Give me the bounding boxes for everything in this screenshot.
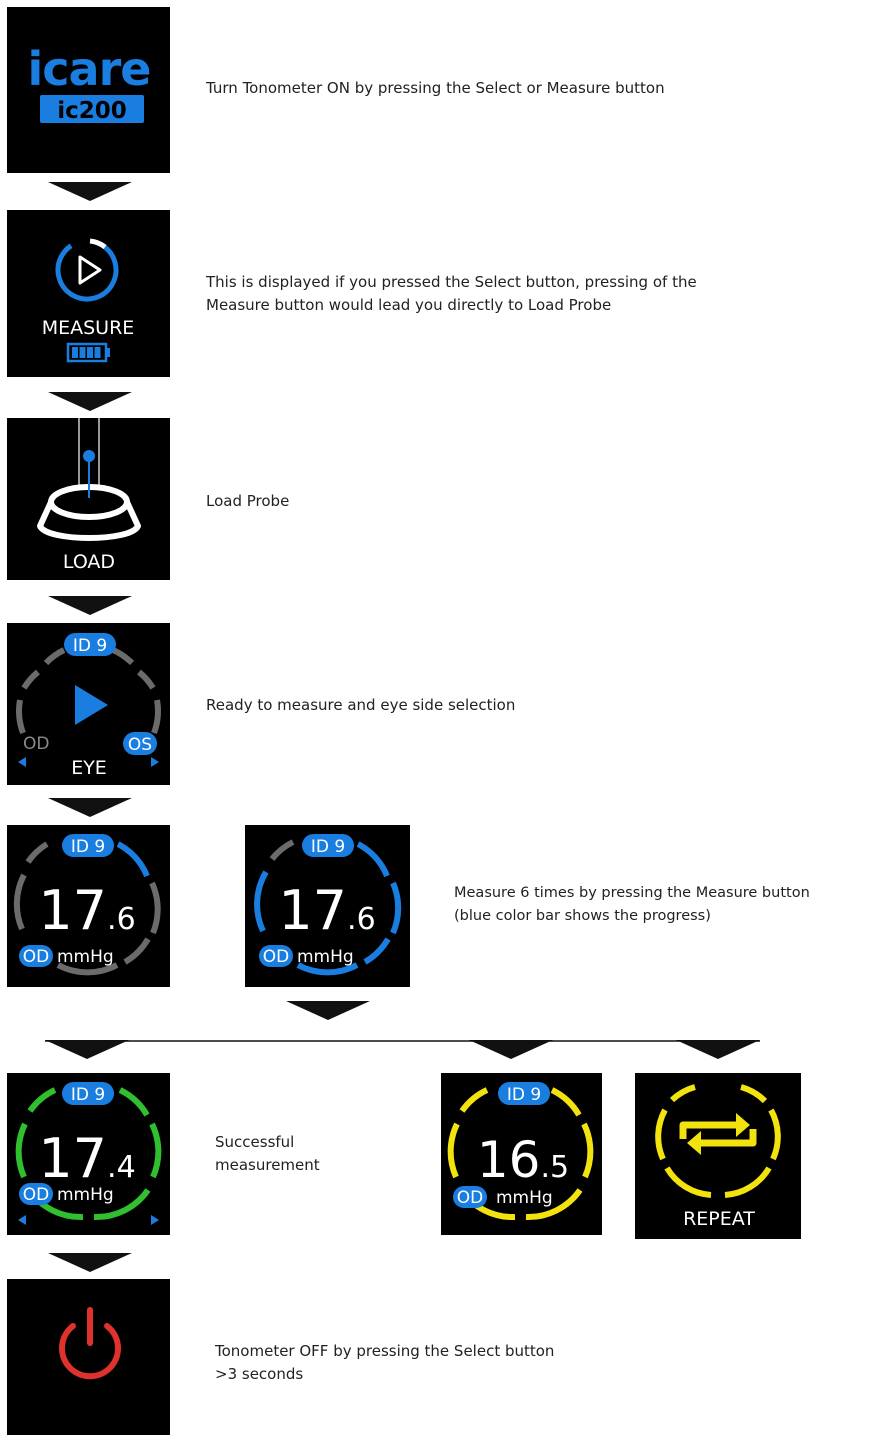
load-probe-description: Load Probe	[206, 492, 290, 510]
screen-repeat: REPEAT	[635, 1073, 801, 1239]
progress-ring	[55, 238, 119, 302]
eye-selection-description: Ready to measure and eye side selection	[206, 696, 516, 714]
arrow-down-icon	[45, 1040, 129, 1059]
arrow-right-icon	[151, 757, 159, 767]
screen-success: ID 9 17.4 OD mmHg	[7, 1073, 170, 1235]
screen-load-probe: LOAD	[7, 418, 170, 580]
eye-label: EYE	[71, 757, 107, 779]
repeat-arrow-bottom	[687, 1131, 701, 1155]
brand-logo: icare	[28, 42, 151, 96]
eye-label: OD	[23, 947, 49, 967]
repeat-label: REPEAT	[683, 1208, 755, 1230]
power-icon	[59, 1307, 121, 1380]
iop-value: 17.6	[278, 879, 375, 942]
progress-ring	[16, 647, 161, 735]
arrow-down-icon	[48, 596, 132, 615]
measuring-description-2: (blue color bar shows the progress)	[454, 908, 711, 924]
id-badge-label: ID 9	[73, 636, 107, 656]
id-badge-label: ID 9	[311, 837, 345, 857]
arrow-down-icon	[48, 392, 132, 411]
success-description-2: measurement	[215, 1156, 320, 1174]
unit-label: mmHg	[57, 947, 114, 967]
arrow-down-icon	[469, 1040, 553, 1059]
arrow-down-icon	[48, 798, 132, 817]
measuring-description-1: Measure 6 times by pressing the Measure …	[454, 885, 810, 901]
arrow-left-icon	[18, 757, 26, 767]
play-icon	[78, 255, 102, 285]
probe-icon	[37, 418, 141, 541]
arrow-down-icon	[48, 182, 132, 201]
screen-eye-selection: ID 9 OD OS EYE	[7, 623, 170, 785]
battery-icon	[66, 342, 110, 363]
screen-measure-menu: MEASURE	[7, 210, 170, 377]
play-icon	[75, 685, 108, 725]
unit-label: mmHg	[57, 1185, 114, 1205]
measure-menu-description-1: This is displayed if you pressed the Sel…	[206, 273, 697, 291]
model-label: ic200	[57, 98, 127, 124]
arrow-left-icon	[18, 1215, 26, 1225]
screen-power-off	[7, 1279, 170, 1435]
screen-measuring-start: ID 9 17.6 OD mmHg	[7, 825, 170, 987]
arrow-right-icon	[151, 1215, 159, 1225]
load-label: LOAD	[63, 551, 115, 573]
power-off-description-2: >3 seconds	[215, 1365, 304, 1383]
arrow-down-icon	[48, 1253, 132, 1272]
eye-label: OD	[263, 947, 289, 967]
measure-menu-description-2: Measure button would lead you directly t…	[206, 296, 612, 314]
screen-caution: ID 9 16.5 OD mmHg	[441, 1073, 602, 1235]
unit-label: mmHg	[496, 1188, 553, 1208]
id-badge-label: ID 9	[71, 837, 105, 857]
power-off-description-1: Tonometer OFF by pressing the Select but…	[215, 1342, 555, 1360]
eye-label: OD	[23, 1185, 49, 1205]
id-badge-label: ID 9	[71, 1085, 105, 1105]
success-description-1: Successful	[215, 1133, 295, 1151]
id-badge-label: ID 9	[507, 1085, 541, 1105]
iop-value: 17.6	[38, 879, 135, 942]
iop-value: 17.4	[38, 1127, 135, 1190]
arrow-down-icon	[286, 1001, 370, 1020]
power-on-description: Turn Tonometer ON by pressing the Select…	[206, 79, 665, 97]
unit-label: mmHg	[297, 947, 354, 967]
left-eye-label: OD	[23, 734, 49, 754]
repeat-arrow-top	[736, 1113, 750, 1137]
screen-measuring-progress: ID 9 17.6 OD mmHg	[245, 825, 410, 987]
right-eye-label: OS	[128, 735, 152, 755]
eye-label: OD	[457, 1188, 483, 1208]
screen-power-on: icare ic200	[7, 7, 170, 173]
arrow-down-icon	[676, 1040, 760, 1059]
measure-label: MEASURE	[42, 317, 135, 339]
branch-connector	[45, 1040, 760, 1059]
iop-value: 16.5	[477, 1131, 569, 1189]
